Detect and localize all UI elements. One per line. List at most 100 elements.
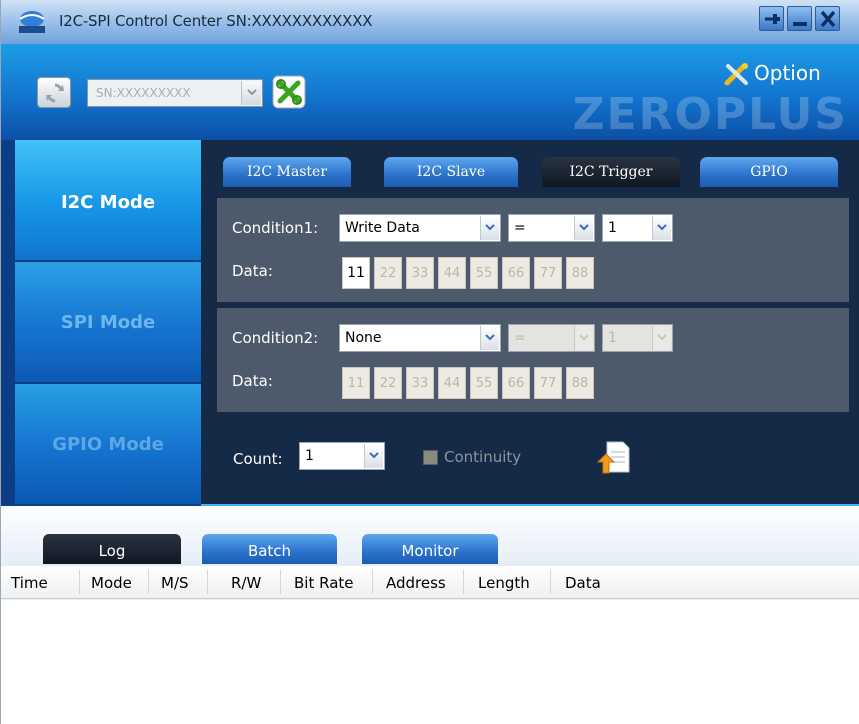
condition1-label: Condition1: bbox=[232, 219, 319, 237]
mode-panel: I2C Mode SPI Mode GPIO Mode bbox=[1, 140, 215, 506]
condition1-data-byte-7[interactable]: 77 bbox=[534, 257, 562, 289]
condition2-type-value: None bbox=[345, 330, 382, 346]
mode-i2c[interactable]: I2C Mode bbox=[15, 140, 215, 260]
serial-number-value: SN:XXXXXXXXX bbox=[96, 86, 191, 100]
column-separator bbox=[207, 570, 208, 594]
close-icon bbox=[820, 10, 836, 28]
column-separator bbox=[280, 570, 281, 594]
condition2-type-select[interactable]: None bbox=[339, 324, 501, 352]
tab-log[interactable]: Log bbox=[43, 534, 181, 564]
condition2-data-byte-3[interactable]: 33 bbox=[406, 367, 434, 399]
condition1-data-byte-6[interactable]: 66 bbox=[502, 257, 530, 289]
condition2-data-byte-4[interactable]: 44 bbox=[438, 367, 466, 399]
column-rw[interactable]: R/W bbox=[231, 574, 261, 592]
pin-icon bbox=[765, 14, 780, 24]
refresh-button[interactable] bbox=[37, 77, 71, 108]
condition2-data-byte-2[interactable]: 22 bbox=[374, 367, 402, 399]
chevron-down-icon bbox=[574, 326, 593, 350]
chevron-down-icon bbox=[480, 216, 499, 240]
condition1-group: Condition1: Write Data = 1 Data: 11 22 3… bbox=[217, 198, 849, 302]
column-bit-rate[interactable]: Bit Rate bbox=[294, 574, 354, 592]
serial-number-select[interactable]: SN:XXXXXXXXX bbox=[87, 79, 263, 107]
header-toolbar: ZEROPLUS SN:XXXXXXXXX Option bbox=[1, 44, 859, 140]
column-length[interactable]: Length bbox=[478, 574, 530, 592]
condition1-type-select[interactable]: Write Data bbox=[339, 214, 501, 242]
column-separator bbox=[372, 570, 373, 594]
condition1-count-select[interactable]: 1 bbox=[602, 214, 673, 242]
condition2-count-select[interactable]: 1 bbox=[602, 324, 673, 352]
i2c-trigger-panel: I2C Master I2C Slave I2C Trigger GPIO Co… bbox=[201, 140, 859, 507]
column-time[interactable]: Time bbox=[11, 574, 48, 592]
app-window: I2C-SPI Control Center SN:XXXXXXXXXXXX Z… bbox=[0, 0, 859, 724]
mode-i2c-label: I2C Mode bbox=[60, 192, 156, 213]
condition1-data-byte-4[interactable]: 44 bbox=[438, 257, 466, 289]
chevron-down-icon bbox=[364, 444, 383, 468]
count-value: 1 bbox=[305, 448, 314, 464]
window-title: I2C-SPI Control Center SN:XXXXXXXXXXXX bbox=[59, 12, 373, 30]
tab-gpio[interactable]: GPIO bbox=[700, 157, 838, 187]
condition1-data-label: Data: bbox=[232, 262, 273, 280]
tab-i2c-slave[interactable]: I2C Slave bbox=[384, 157, 518, 187]
chevron-down-icon bbox=[652, 326, 671, 350]
column-ms[interactable]: M/S bbox=[161, 574, 189, 592]
count-label: Count: bbox=[233, 450, 283, 468]
option-label: Option bbox=[754, 61, 821, 85]
log-table-header: Time Mode M/S R/W Bit Rate Address Lengt… bbox=[1, 566, 859, 599]
tab-i2c-master[interactable]: I2C Master bbox=[223, 157, 351, 187]
condition1-data-byte-2[interactable]: 22 bbox=[374, 257, 402, 289]
condition1-data-byte-5[interactable]: 55 bbox=[470, 257, 498, 289]
column-separator bbox=[463, 570, 464, 594]
refresh-icon bbox=[46, 83, 64, 103]
condition1-data-byte-3[interactable]: 33 bbox=[406, 257, 434, 289]
continuity-label: Continuity bbox=[444, 448, 522, 466]
condition2-operator-select[interactable]: = bbox=[508, 324, 595, 352]
connect-icon[interactable] bbox=[272, 75, 306, 109]
pin-button[interactable] bbox=[759, 6, 784, 31]
condition1-data-byte-1[interactable]: 11 bbox=[342, 257, 370, 289]
condition1-operator-select[interactable]: = bbox=[508, 214, 595, 242]
condition2-data-byte-5[interactable]: 55 bbox=[470, 367, 498, 399]
minimize-button[interactable] bbox=[787, 6, 812, 31]
condition2-label: Condition2: bbox=[232, 329, 319, 347]
minimize-icon bbox=[793, 22, 807, 26]
condition2-count-value: 1 bbox=[608, 330, 617, 346]
mode-spi[interactable]: SPI Mode bbox=[15, 262, 201, 382]
continuity-checkbox-box bbox=[423, 450, 438, 465]
condition2-operator-value: = bbox=[514, 330, 526, 346]
title-bar: I2C-SPI Control Center SN:XXXXXXXXXXXX bbox=[1, 0, 859, 44]
condition2-data-byte-1[interactable]: 11 bbox=[342, 367, 370, 399]
chevron-down-icon bbox=[480, 326, 499, 350]
mode-spi-label: SPI Mode bbox=[60, 312, 156, 333]
column-separator bbox=[79, 570, 80, 594]
column-data[interactable]: Data bbox=[565, 574, 601, 592]
mode-gpio-label: GPIO Mode bbox=[52, 434, 164, 455]
condition2-data-label: Data: bbox=[232, 372, 273, 390]
condition1-count-value: 1 bbox=[608, 220, 617, 236]
app-logo-icon bbox=[19, 11, 45, 33]
bottom-tab-bar: Log Batch Monitor bbox=[1, 506, 859, 566]
condition1-operator-value: = bbox=[514, 220, 526, 236]
column-separator bbox=[148, 570, 149, 594]
tab-i2c-trigger[interactable]: I2C Trigger bbox=[542, 157, 680, 187]
brand-watermark: ZEROPLUS bbox=[572, 89, 848, 140]
condition1-data-byte-8[interactable]: 88 bbox=[566, 257, 594, 289]
condition2-data-byte-8[interactable]: 88 bbox=[566, 367, 594, 399]
chevron-down-icon bbox=[574, 216, 593, 240]
tools-icon bbox=[724, 63, 748, 86]
condition1-type-value: Write Data bbox=[345, 220, 420, 236]
condition2-data-byte-7[interactable]: 77 bbox=[534, 367, 562, 399]
export-icon[interactable] bbox=[597, 440, 631, 476]
tab-batch[interactable]: Batch bbox=[202, 534, 337, 564]
log-table-body[interactable] bbox=[1, 600, 859, 724]
column-separator bbox=[550, 570, 551, 594]
tab-monitor[interactable]: Monitor bbox=[362, 534, 498, 564]
mode-gpio[interactable]: GPIO Mode bbox=[15, 384, 201, 504]
count-select[interactable]: 1 bbox=[299, 442, 385, 470]
close-button[interactable] bbox=[815, 6, 840, 31]
chevron-down-icon bbox=[241, 81, 261, 105]
chevron-down-icon bbox=[652, 216, 671, 240]
column-address[interactable]: Address bbox=[386, 574, 446, 592]
condition2-group: Condition2: None = 1 Data: 11 22 33 44 5… bbox=[217, 308, 849, 412]
column-mode[interactable]: Mode bbox=[91, 574, 132, 592]
condition2-data-byte-6[interactable]: 66 bbox=[502, 367, 530, 399]
